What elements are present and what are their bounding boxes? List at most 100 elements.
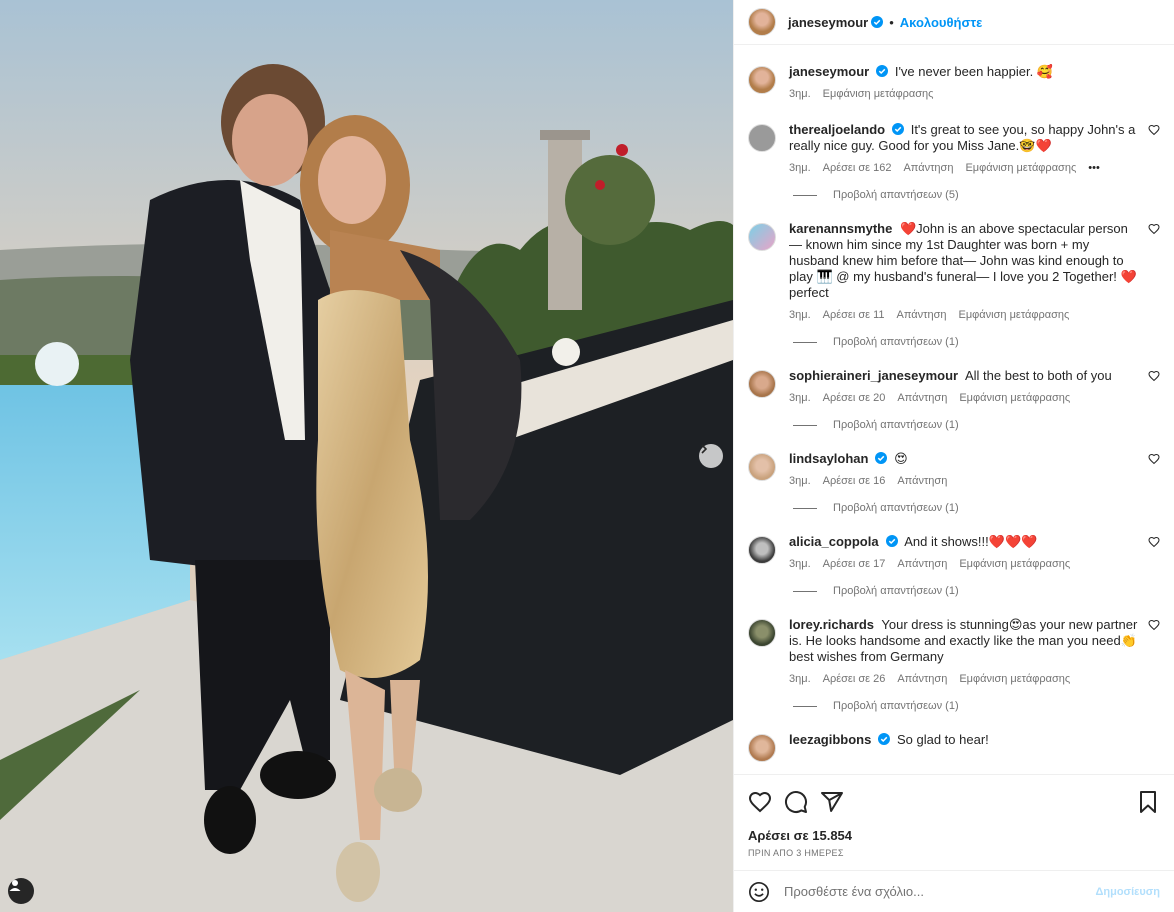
show-translation-link[interactable]: Εμφάνιση μετάφρασης [959, 556, 1070, 572]
comment-time: 3ημ. [789, 558, 811, 570]
comment-likes[interactable]: Αρέσει σε 26 [823, 671, 886, 687]
comment-likes[interactable]: Αρέσει σε 17 [823, 556, 886, 572]
comment-likes[interactable]: Αρέσει σε 162 [823, 160, 892, 176]
view-replies-label: Προβολή απαντήσεων (1) [833, 585, 959, 597]
view-replies-button[interactable]: Προβολή απαντήσεων (5) [793, 189, 1160, 201]
heart-icon[interactable] [1148, 453, 1160, 465]
show-translation-link[interactable]: Εμφάνιση μετάφρασης [823, 86, 934, 102]
comment-item: karenannsmythe ❤️John is an above specta… [748, 201, 1160, 323]
post-comment-button[interactable]: Δημοσίευση [1095, 886, 1160, 898]
view-replies-label: Προβολή απαντήσεων (1) [833, 502, 959, 514]
comment-item: therealjoelando It's great to see you, s… [748, 102, 1160, 176]
user-tag-button[interactable] [8, 878, 34, 904]
comment-time: 3ημ. [789, 673, 811, 685]
avatar[interactable] [748, 124, 776, 152]
comment-item: lindsaylohan 😍 3ημ. Αρέσει σε 16 Απάντησ… [748, 431, 1160, 489]
post-actions: Αρέσει σε 15.854 ΠΡΙΝ ΑΠΟ 3 ΗΜΕΡΕΣ [734, 774, 1174, 858]
comment-username[interactable]: leezagibbons [789, 732, 871, 747]
comment-text: All the best to both of you [964, 368, 1112, 383]
comment-likes[interactable]: Αρέσει σε 16 [823, 473, 886, 489]
header-separator: • [889, 14, 894, 30]
heart-icon[interactable] [1148, 536, 1160, 548]
comment-icon[interactable] [784, 790, 808, 814]
show-translation-link[interactable]: Εμφάνιση μετάφρασης [959, 671, 1070, 687]
avatar[interactable] [748, 223, 776, 251]
carousel-next-button[interactable] [699, 444, 723, 468]
photo-scene [0, 0, 733, 912]
comment-username[interactable]: karenannsmythe [789, 221, 892, 236]
reply-link[interactable]: Απάντηση [897, 390, 947, 406]
comment-username[interactable]: therealjoelando [789, 122, 885, 137]
comment-username[interactable]: sophieraineri_janeseymour [789, 368, 958, 383]
comment-item: alicia_coppola And it shows!!!❤️❤️❤️ 3ημ… [748, 514, 1160, 572]
verified-badge-icon [892, 123, 905, 135]
reply-link[interactable]: Απάντηση [897, 671, 947, 687]
show-translation-link[interactable]: Εμφάνιση μετάφρασης [965, 160, 1076, 176]
author-avatar[interactable] [748, 8, 776, 36]
comment-item: leezagibbons So glad to hear! [748, 712, 1160, 762]
comment-input[interactable] [784, 884, 1096, 899]
caption: janeseymour I've never been happier. 🥰 3… [748, 46, 1160, 102]
comment-time: 3ημ. [789, 309, 811, 321]
bookmark-icon[interactable] [1136, 790, 1160, 814]
comment-item: sophieraineri_janeseymour All the best t… [748, 348, 1160, 406]
comment-text: And it shows!!!❤️❤️❤️ [904, 534, 1038, 549]
avatar[interactable] [748, 370, 776, 398]
chevron-right-icon [701, 444, 708, 454]
comment-time: 3ημ. [789, 392, 811, 404]
share-icon[interactable] [820, 790, 844, 814]
view-replies-button[interactable]: Προβολή απαντήσεων (1) [793, 585, 1160, 597]
post-header: janeseymour • Ακολουθήστε [734, 0, 1174, 45]
view-replies-label: Προβολή απαντήσεων (1) [833, 700, 959, 712]
reply-link[interactable]: Απάντηση [897, 473, 947, 489]
avatar[interactable] [748, 536, 776, 564]
verified-badge-icon [875, 452, 888, 464]
emoji-icon[interactable] [748, 881, 770, 903]
verified-badge-icon [878, 733, 891, 745]
reply-link[interactable]: Απάντηση [897, 307, 947, 323]
post-photo[interactable] [0, 0, 733, 912]
comment-time: 3ημ. [789, 162, 811, 174]
comments-list[interactable]: janeseymour I've never been happier. 🥰 3… [734, 46, 1174, 774]
more-options-icon[interactable]: ••• [1088, 160, 1100, 176]
heart-icon[interactable] [1148, 223, 1160, 235]
comment-username[interactable]: janeseymour [789, 64, 869, 79]
view-replies-label: Προβολή απαντήσεων (1) [833, 336, 959, 348]
reply-link[interactable]: Απάντηση [903, 160, 953, 176]
verified-badge-icon [871, 16, 884, 28]
view-replies-button[interactable]: Προβολή απαντήσεων (1) [793, 700, 1160, 712]
reply-link[interactable]: Απάντηση [897, 556, 947, 572]
heart-icon[interactable] [1148, 619, 1160, 631]
view-replies-button[interactable]: Προβολή απαντήσεων (1) [793, 502, 1160, 514]
comment-username[interactable]: lindsaylohan [789, 451, 868, 466]
likes-count[interactable]: Αρέσει σε 15.854 [748, 828, 1160, 843]
view-replies-button[interactable]: Προβολή απαντήσεων (1) [793, 419, 1160, 431]
heart-icon[interactable] [1148, 124, 1160, 136]
verified-badge-icon [885, 535, 898, 547]
show-translation-link[interactable]: Εμφάνιση μετάφρασης [959, 307, 1070, 323]
comment-likes[interactable]: Αρέσει σε 20 [823, 390, 886, 406]
avatar[interactable] [748, 66, 776, 94]
post-sidebar: janeseymour • Ακολουθήστε janeseymour I'… [733, 0, 1174, 912]
comment-username[interactable]: alicia_coppola [789, 534, 879, 549]
heart-icon[interactable] [1148, 370, 1160, 382]
avatar[interactable] [748, 453, 776, 481]
comment-username[interactable]: lorey.richards [789, 617, 874, 632]
comment-text: I've never been happier. 🥰 [894, 64, 1053, 79]
comment-time: 3ημ. [789, 475, 811, 487]
author-username[interactable]: janeseymour [788, 15, 868, 30]
view-replies-label: Προβολή απαντήσεων (1) [833, 419, 959, 431]
comment-item: lorey.richards Your dress is stunning😍as… [748, 597, 1160, 687]
heart-icon[interactable] [748, 790, 772, 814]
avatar[interactable] [748, 734, 776, 762]
user-tag-icon [9, 880, 21, 891]
avatar[interactable] [748, 619, 776, 647]
show-translation-link[interactable]: Εμφάνιση μετάφρασης [959, 390, 1070, 406]
comment-likes[interactable]: Αρέσει σε 11 [823, 307, 885, 323]
comment-text: So glad to hear! [896, 732, 989, 747]
follow-button[interactable]: Ακολουθήστε [900, 15, 983, 30]
verified-badge-icon [876, 65, 889, 77]
comment-text: 😍 [894, 451, 908, 466]
view-replies-button[interactable]: Προβολή απαντήσεων (1) [793, 336, 1160, 348]
post-date: ΠΡΙΝ ΑΠΟ 3 ΗΜΕΡΕΣ [748, 848, 844, 858]
